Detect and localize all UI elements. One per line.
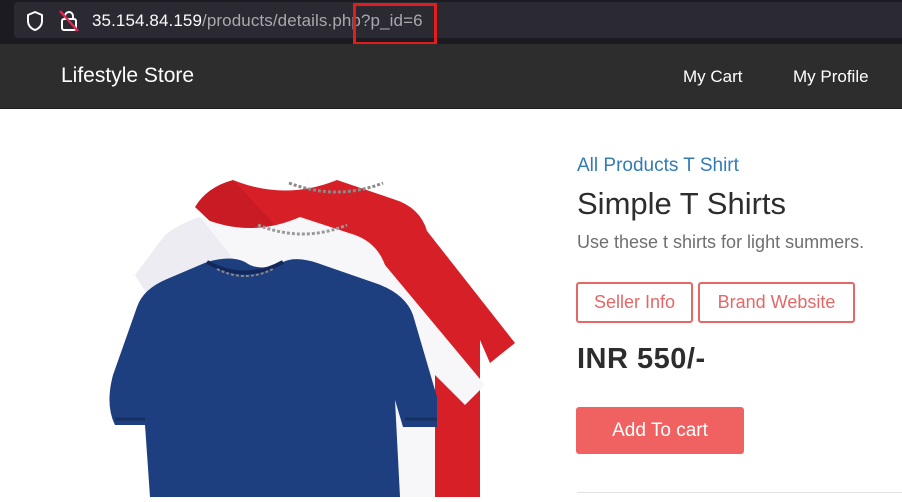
- shield-icon[interactable]: [24, 10, 46, 37]
- product-price: INR 550/-: [577, 343, 706, 375]
- product-description: Use these t shirts for light summers.: [577, 232, 865, 252]
- site-navbar: Lifestyle Store My Cart My Profile: [0, 44, 902, 109]
- nav-my-profile[interactable]: My Profile: [793, 67, 869, 87]
- url-host: 35.154.84.159: [92, 11, 203, 30]
- browser-toolbar: 35.154.84.159/products/details.php?p_id=…: [0, 0, 902, 44]
- product-title: Simple T Shirts: [577, 186, 787, 221]
- insecure-lock-icon[interactable]: [58, 9, 80, 38]
- blue-tshirt: [109, 258, 437, 497]
- url-query-annotation-box: [353, 3, 437, 45]
- category-breadcrumb[interactable]: All Products T Shirt: [577, 155, 739, 177]
- brand-website-button[interactable]: Brand Website: [698, 282, 855, 323]
- brand-logo[interactable]: Lifestyle Store: [61, 64, 194, 88]
- product-image: [75, 165, 520, 502]
- divider: [577, 492, 902, 493]
- nav-my-cart[interactable]: My Cart: [683, 67, 743, 87]
- add-to-cart-button[interactable]: Add To cart: [576, 407, 744, 454]
- seller-info-button[interactable]: Seller Info: [576, 282, 693, 323]
- url-path: /products/details.php: [202, 11, 361, 30]
